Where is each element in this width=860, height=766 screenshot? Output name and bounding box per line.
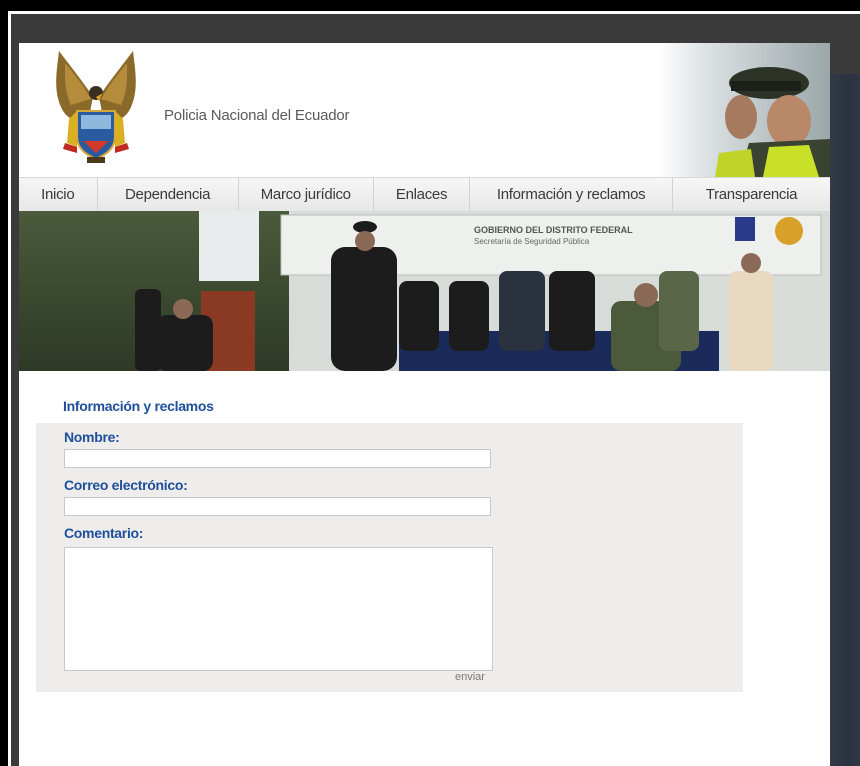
right-edge-panel bbox=[830, 74, 860, 766]
browser-frame: Policia Nacional del Ecuador Inicio Depe… bbox=[0, 0, 860, 766]
email-field[interactable] bbox=[64, 497, 491, 516]
name-field[interactable] bbox=[64, 449, 491, 468]
comment-label: Comentario: bbox=[64, 525, 144, 541]
ceremony-banner-photo: GOBIERNO DEL DISTRITO FEDERAL Secretaría… bbox=[19, 211, 830, 371]
page-background: Policia Nacional del Ecuador Inicio Depe… bbox=[11, 14, 860, 766]
nav-item-enlaces[interactable]: Enlaces bbox=[374, 178, 471, 211]
nav-item-dependencia[interactable]: Dependencia bbox=[98, 178, 239, 211]
nav-item-informacion-reclamos[interactable]: Información y reclamos bbox=[470, 178, 673, 211]
email-label: Correo electrónico: bbox=[64, 477, 188, 493]
window: Policia Nacional del Ecuador Inicio Depe… bbox=[8, 11, 860, 766]
banner-sign-line2: Secretaría de Seguridad Pública bbox=[474, 237, 590, 246]
banner-sign-line1: GOBIERNO DEL DISTRITO FEDERAL bbox=[474, 225, 633, 235]
main-nav: Inicio Dependencia Marco jurídico Enlace… bbox=[19, 177, 830, 212]
site-title: Policia Nacional del Ecuador bbox=[164, 107, 350, 124]
header-officers-photo bbox=[659, 43, 830, 177]
nav-item-transparencia[interactable]: Transparencia bbox=[673, 178, 830, 211]
page: Policia Nacional del Ecuador Inicio Depe… bbox=[19, 43, 830, 766]
nav-item-marco-juridico[interactable]: Marco jurídico bbox=[239, 178, 374, 211]
nav-item-inicio[interactable]: Inicio bbox=[19, 178, 98, 211]
site-header: Policia Nacional del Ecuador bbox=[19, 43, 830, 177]
comment-field[interactable] bbox=[64, 547, 493, 671]
main-content: Información y reclamos Nombre: Correo el… bbox=[19, 371, 830, 766]
submit-button[interactable]: enviar bbox=[455, 671, 485, 683]
name-label: Nombre: bbox=[64, 429, 120, 445]
contact-form: Nombre: Correo electrónico: Comentario: … bbox=[36, 423, 743, 692]
page-title: Información y reclamos bbox=[63, 398, 214, 414]
police-emblem-icon[interactable] bbox=[41, 49, 151, 167]
